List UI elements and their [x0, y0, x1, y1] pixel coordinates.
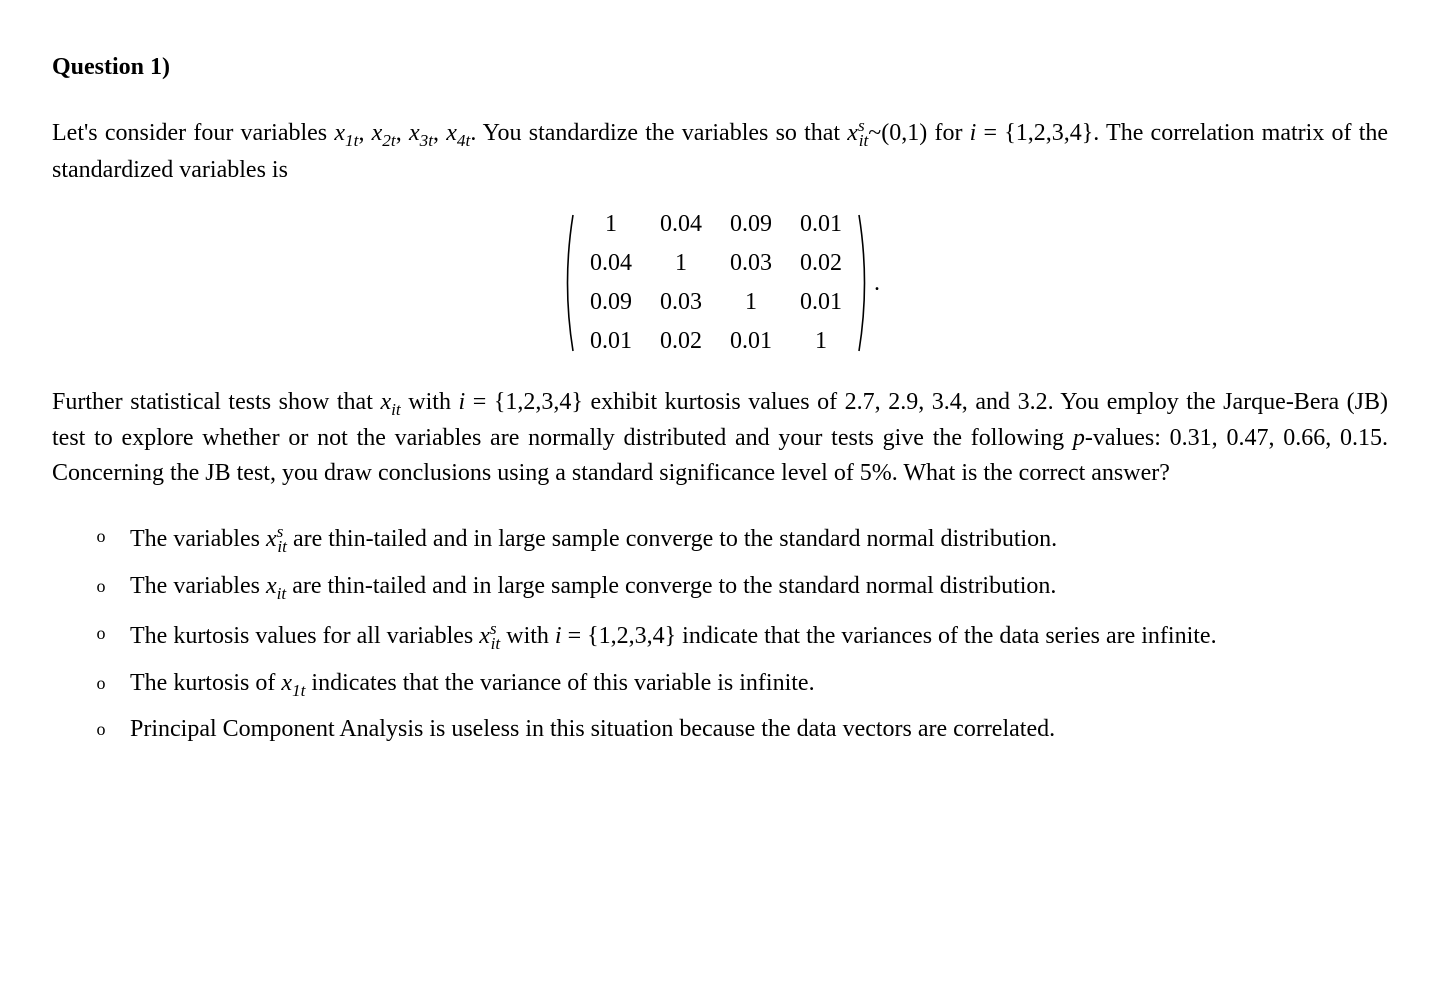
opt-text-pre: The kurtosis values for all variables: [130, 623, 479, 649]
var-x3-sub: 3t: [420, 131, 433, 150]
matrix-cell: 1: [646, 244, 716, 283]
radio-icon: o: [90, 616, 112, 650]
option-b[interactable]: o The variables xit are thin-tailed and …: [90, 569, 1388, 606]
matrix-cell: 0.01: [786, 205, 856, 244]
question-heading: Question 1): [52, 50, 1388, 85]
option-d[interactable]: o The kurtosis of x1t indicates that the…: [90, 666, 1388, 703]
table-row: 0.090.0310.01: [576, 283, 856, 322]
answer-options: o The variables xsit are thin-tailed and…: [52, 519, 1388, 747]
paragraph-2: Further statistical tests show that xit …: [52, 385, 1388, 491]
option-label: Principal Component Analysis is useless …: [130, 712, 1388, 747]
opt-var-sub: 1t: [292, 680, 305, 699]
matrix-cell: 1: [576, 205, 646, 244]
table-row: 10.040.090.01: [576, 205, 856, 244]
opt-text-mid: with: [500, 623, 555, 649]
matrix-cell: 0.01: [716, 322, 786, 361]
table-row: 0.0410.030.02: [576, 244, 856, 283]
opt-var: x: [266, 573, 277, 599]
correlation-matrix: 10.040.090.01 0.0410.030.02 0.090.0310.0…: [52, 205, 1388, 360]
opt-text-post: are thin-tailed and in large sample conv…: [286, 573, 1056, 599]
option-c[interactable]: o The kurtosis values for all variables …: [90, 616, 1388, 656]
matrix-period: .: [872, 205, 880, 360]
matrix-cell: 0.01: [786, 283, 856, 322]
matrix-cell: 0.09: [716, 205, 786, 244]
opt-text-post: indicates that the variance of this vari…: [305, 670, 814, 696]
radio-icon: o: [90, 666, 112, 700]
option-label: The variables xit are thin-tailed and in…: [130, 569, 1388, 606]
p2-pvalue-label: p: [1073, 425, 1085, 451]
p1-text-c: ~(0,1) for: [868, 120, 969, 146]
matrix-cell: 0.02: [646, 322, 716, 361]
p1-text-a: Let's consider four variables: [52, 120, 334, 146]
option-label: The variables xsit are thin-tailed and i…: [130, 519, 1388, 559]
var-x1-sub: 1t: [345, 131, 358, 150]
opt-text-pre: The variables: [130, 526, 266, 552]
p2-var-x: x: [380, 389, 391, 415]
opt-var-sub: it: [277, 537, 287, 556]
var-xs: x: [847, 120, 858, 146]
matrix-cell: 1: [786, 322, 856, 361]
matrix-cell: 0.09: [576, 283, 646, 322]
opt-var-sub: it: [491, 634, 501, 653]
option-e[interactable]: o Principal Component Analysis is useles…: [90, 712, 1388, 747]
matrix-cell: 0.03: [716, 244, 786, 283]
table-row: 0.010.020.011: [576, 322, 856, 361]
opt-text-pre: The variables: [130, 573, 266, 599]
opt-text-post: are thin-tailed and in large sample conv…: [287, 526, 1057, 552]
right-paren-icon: [856, 205, 872, 360]
opt-var-sub: it: [277, 584, 287, 603]
var-x3: x: [409, 120, 420, 146]
opt-var-i: i: [555, 623, 562, 649]
matrix-cell: 0.03: [646, 283, 716, 322]
matrix-cell: 1: [716, 283, 786, 322]
radio-icon: o: [90, 519, 112, 553]
option-label: The kurtosis of x1t indicates that the v…: [130, 666, 1388, 703]
opt-var: x: [281, 670, 292, 696]
opt-var: x: [479, 623, 490, 649]
p1-text-b: . You standardize the variables so that: [470, 120, 847, 146]
radio-icon: o: [90, 712, 112, 746]
var-x1: x: [334, 120, 345, 146]
var-x4: x: [446, 120, 457, 146]
radio-icon: o: [90, 569, 112, 603]
p2-text-b: with: [401, 389, 459, 415]
var-x4-sub: 4t: [457, 131, 470, 150]
matrix-cell: 0.02: [786, 244, 856, 283]
var-x2-sub: 2t: [382, 131, 395, 150]
paragraph-1: Let's consider four variables x1t, x2t, …: [52, 113, 1388, 188]
opt-text-pre: The kurtosis of: [130, 670, 281, 696]
var-xs-sub: it: [859, 131, 869, 150]
matrix-cell: 0.04: [646, 205, 716, 244]
matrix-table: 10.040.090.01 0.0410.030.02 0.090.0310.0…: [576, 205, 856, 360]
option-a[interactable]: o The variables xsit are thin-tailed and…: [90, 519, 1388, 559]
opt-text-pre: Principal Component Analysis is useless …: [130, 716, 1055, 742]
opt-text-post: = {1,2,3,4} indicate that the variances …: [562, 623, 1217, 649]
opt-var: x: [266, 526, 277, 552]
matrix-cell: 0.04: [576, 244, 646, 283]
left-paren-icon: [560, 205, 576, 360]
option-label: The kurtosis values for all variables xs…: [130, 616, 1388, 656]
matrix-cell: 0.01: [576, 322, 646, 361]
var-x2: x: [372, 120, 383, 146]
p2-text-a: Further statistical tests show that: [52, 389, 380, 415]
p2-var-x-sub: it: [391, 399, 401, 418]
